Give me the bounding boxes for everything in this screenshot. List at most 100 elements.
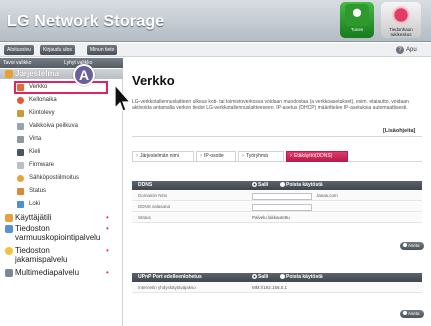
ddns-disable-radio[interactable]: Poista käytöstä — [280, 181, 323, 190]
logout-button[interactable]: Kirjaudu ulos — [40, 45, 75, 55]
gateway-value: MM://192.168.0.1 — [252, 285, 288, 290]
bullet-icon: • — [106, 224, 109, 233]
system-icon — [5, 70, 13, 78]
sidebar-item-label: Vaikkoiva peilkuva — [29, 123, 78, 129]
sidebar-item-label: Status — [29, 188, 47, 194]
divider — [132, 136, 422, 137]
apply-label: Aseta — [408, 243, 420, 248]
sidebar-item-status[interactable]: Status — [0, 185, 123, 198]
home-button[interactable]: Aloitussivu — [4, 45, 34, 55]
toolbar: Aloitussivu Kirjaudu ulos Minun tieto ? A… — [0, 43, 431, 57]
ddns-allow-radio[interactable]: Salli — [252, 181, 268, 190]
ddns-status-row: Status Palvelu lakkautettu — [132, 213, 422, 223]
apply-label: Aseta — [408, 311, 420, 316]
ddns-header: DDNS Salli Poista käytöstä — [132, 181, 422, 190]
sidebar-item-firmware[interactable]: Firmware — [0, 159, 123, 172]
sidebar-item-mirror[interactable]: Vaikkoiva peilkuva — [0, 120, 123, 133]
sidebar-item-label: Kellonaika — [29, 97, 57, 103]
password-input[interactable] — [252, 204, 312, 211]
radio-unselected-icon — [280, 273, 285, 279]
sidebar-category-label: Tiedoston jakamispalvelu — [15, 246, 68, 264]
log-icon — [17, 201, 24, 208]
help-center-label: Tiedonhaun tukikeskus — [389, 27, 413, 37]
help-label: Apu — [406, 47, 417, 53]
callout-marker: A — [73, 64, 95, 86]
tunes-label: Tunes — [350, 27, 364, 32]
domain-suffix: .lanas.com — [316, 193, 338, 198]
upnp-allow-radio[interactable]: Salli — [252, 273, 268, 282]
sidebar-category-label: Multimediapalvelu — [15, 268, 80, 277]
sidebar-item-label: Verkko — [29, 84, 48, 90]
tab-system-name[interactable]: Järjestelmän nimi — [132, 151, 194, 162]
sidebar-category-backup[interactable]: Tiedoston varmuuskopiointipalvelu • — [0, 224, 123, 244]
help-center-button[interactable]: Tiedonhaun tukikeskus — [381, 2, 421, 38]
multimedia-icon — [5, 269, 13, 277]
sidebar-item-hard-disk[interactable]: Kiintolevy — [0, 107, 123, 120]
sidebar-category-label: Järjestelmä — [15, 69, 60, 78]
page-title: Verkko — [132, 73, 175, 88]
network-icon — [17, 84, 24, 91]
ddns-panel: DDNS Salli Poista käytöstä Domainin Nimi… — [132, 181, 424, 250]
more-info-link[interactable]: [Lisäohjeita] — [383, 128, 415, 134]
bullet-icon: • — [106, 268, 109, 277]
bullet-icon: • — [106, 213, 109, 222]
user-account-icon — [5, 214, 13, 222]
upnp-ip-row: Internetin yhdyskäytäväjakso MM://192.16… — [132, 283, 422, 293]
check-icon — [403, 243, 407, 247]
tab-bar: Järjestelmän nimi IP-osoite Työryhmä Etä… — [132, 151, 422, 162]
hard-disk-icon — [17, 110, 24, 117]
mouse-pointer-icon — [114, 84, 132, 112]
status-icon — [17, 188, 24, 195]
password-label: DDNS salasana — [138, 204, 171, 209]
sidebar-category-multimedia[interactable]: Multimediapalvelu • — [0, 268, 123, 278]
sidebar-item-email[interactable]: Sähköpostiilmoitus — [0, 172, 123, 185]
radio-label: Salli — [258, 182, 269, 188]
sidebar-item-log[interactable]: Loki — [0, 198, 123, 211]
question-icon: ? — [396, 46, 404, 54]
sidebar-tabs: Tavoi valikko Lyhyt valikko — [0, 58, 123, 68]
clock-icon — [17, 97, 24, 104]
radio-label: Poista käytöstä — [286, 274, 323, 280]
status-value: Palvelu lakkautettu — [252, 215, 290, 220]
tunes-icon — [345, 4, 369, 26]
ddns-apply-button[interactable]: Aseta — [400, 242, 424, 250]
check-icon — [403, 311, 407, 315]
ddns-domain-row: Domainin Nimi .lanas.com — [132, 191, 422, 201]
tab-full-menu[interactable]: Tavoi valikko — [3, 58, 31, 68]
sidebar-item-network[interactable]: Verkko — [0, 81, 123, 94]
sidebar-category-file-share[interactable]: Tiedoston jakamispalvelu • — [0, 246, 123, 266]
upnp-panel: UPnP Port edelleenlohetus Salli Poista k… — [132, 273, 424, 318]
tab-workgroup[interactable]: Työryhmä — [238, 151, 284, 162]
status-label: Status — [138, 215, 151, 220]
tunes-button[interactable]: Tunes — [340, 2, 374, 38]
upnp-apply-button[interactable]: Aseta — [400, 310, 424, 318]
sidebar-category-system[interactable]: Järjestelmä — [0, 69, 123, 79]
sidebar-item-clock[interactable]: Kellonaika — [0, 94, 123, 107]
tab-ddns[interactable]: Etäkäyttö(DDNS) — [286, 151, 348, 162]
ddns-password-row: DDNS salasana — [132, 202, 422, 212]
backup-icon — [5, 225, 13, 233]
language-icon — [17, 149, 24, 156]
sidebar-item-label: Firmware — [29, 162, 54, 168]
app-header: LG Network Storage Tunes Tiedonhaun tuki… — [0, 0, 431, 42]
firmware-icon — [17, 162, 24, 169]
sidebar-item-label: Virta — [29, 136, 42, 142]
sidebar-item-language[interactable]: Kieli — [0, 146, 123, 159]
my-info-button[interactable]: Minun tieto — [87, 45, 118, 55]
upnp-header: UPnP Port edelleenlohetus Salli Poista k… — [132, 273, 422, 282]
domain-label: Domainin Nimi — [138, 193, 168, 198]
help-link[interactable]: ? Apu — [396, 45, 417, 55]
radio-selected-icon — [252, 181, 257, 187]
app-title: LG Network Storage — [7, 13, 165, 30]
sidebar: Tavoi valikko Lyhyt valikko Järjestelmä … — [0, 58, 123, 326]
tab-ip-address[interactable]: IP-osoite — [196, 151, 236, 162]
radio-selected-icon — [252, 273, 257, 279]
domain-input[interactable] — [252, 193, 312, 200]
sidebar-category-user-account[interactable]: Käyttäjätili • — [0, 213, 123, 223]
email-icon — [17, 175, 24, 182]
bullet-icon: • — [106, 246, 109, 255]
radio-unselected-icon — [280, 181, 285, 187]
upnp-disable-radio[interactable]: Poista käytöstä — [280, 273, 323, 282]
page-description: LG-verkkotallennuslaitteen ulkeus koti- … — [132, 99, 409, 111]
sidebar-item-power[interactable]: Virta — [0, 133, 123, 146]
